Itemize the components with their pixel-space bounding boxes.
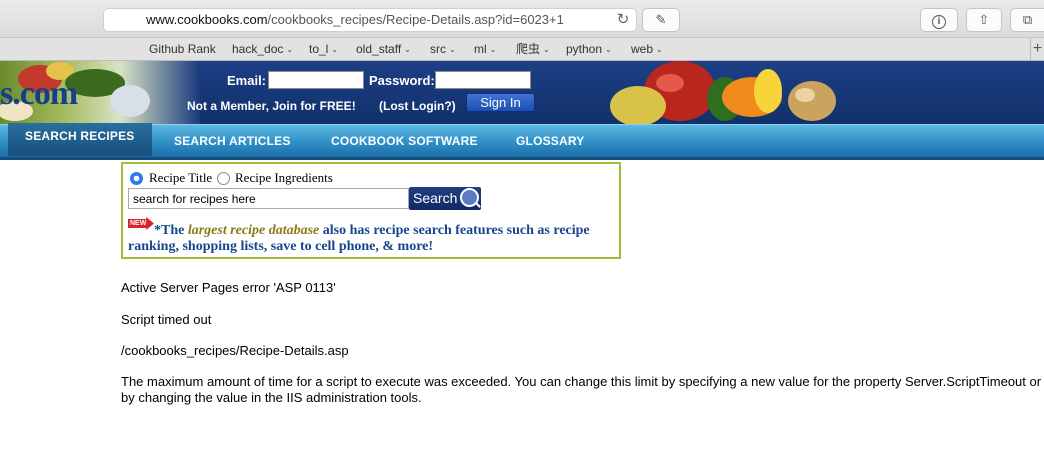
vegetables-image [610, 61, 836, 124]
url-domain: www.cookbooks.com [146, 12, 268, 27]
recipe-title-radio[interactable] [130, 172, 143, 185]
recipe-ingredients-label: Recipe Ingredients [235, 170, 333, 185]
promo-highlight: largest recipe database [187, 223, 320, 238]
bookmark-src[interactable]: src ⌄ [430, 42, 456, 57]
search-input[interactable] [128, 188, 409, 209]
bookmark-github-rank[interactable]: Github Rank [149, 42, 216, 57]
error-path: /cookbooks_recipes/Recipe-Details.asp [121, 343, 349, 358]
tab-search-recipes[interactable]: SEARCH RECIPES [8, 123, 152, 156]
share-button[interactable]: ⇧ [966, 8, 1002, 32]
tabs-icon: ⧉ [1022, 12, 1033, 27]
reload-icon[interactable]: ↻ [614, 11, 632, 29]
tabs-button[interactable]: ⧉ [1010, 8, 1044, 32]
reader-mode-button[interactable]: ✎ [642, 8, 680, 32]
bookmark-old-staff[interactable]: old_staff ⌄ [356, 42, 411, 57]
join-link[interactable]: Not a Member, Join for FREE! [187, 99, 356, 113]
pencil-icon: ✎ [655, 12, 667, 27]
chevron-down-icon: ⌄ [331, 45, 339, 54]
recipe-title-label: Recipe Title [149, 170, 213, 185]
email-label: Email: [227, 73, 267, 88]
promo-prefix: *The [154, 223, 188, 238]
lost-login-link[interactable]: (Lost Login?) [379, 99, 456, 113]
bookmark-crawler[interactable]: 爬虫 ⌄ [516, 42, 550, 57]
search-button[interactable]: Search [409, 187, 481, 210]
tab-cookbook-software[interactable]: COOKBOOK SOFTWARE [331, 125, 478, 157]
address-bar[interactable]: www.cookbooks.com/cookbooks_recipes/Reci… [103, 8, 637, 32]
chevron-down-icon: ⌄ [286, 45, 294, 54]
error-message-line2: by changing the value in the IIS adminis… [121, 390, 422, 405]
bookmarks-bar: Github Rank hack_doc ⌄ to_l ⌄ old_staff ⌄ s… [0, 38, 1044, 61]
bookmark-hack-doc[interactable]: hack_doc ⌄ [232, 42, 293, 57]
email-field[interactable] [268, 71, 364, 89]
chevron-down-icon: ⌄ [449, 45, 456, 54]
password-field[interactable] [435, 71, 531, 89]
search-button-label: Search [413, 190, 458, 206]
search-icon [460, 188, 479, 207]
error-subtitle: Script timed out [121, 312, 212, 327]
chevron-down-icon: ⌄ [656, 45, 663, 54]
bookmark-ml[interactable]: ml ⌄ [474, 42, 496, 57]
password-label: Password: [369, 73, 435, 88]
chevron-down-icon: ⌄ [543, 45, 550, 54]
recipe-ingredients-radio[interactable] [217, 172, 230, 185]
chevron-down-icon: ⌄ [605, 45, 612, 54]
chevron-down-icon: ⌄ [404, 45, 411, 54]
recipe-search-panel: Recipe Title Recipe Ingredients Search N… [121, 162, 621, 259]
bookmark-python[interactable]: python ⌄ [566, 42, 612, 57]
url-path: /cookbooks_recipes/Recipe-Details.asp?id… [267, 12, 564, 27]
site-header: s.com Email: Password: Not a Member, Joi… [0, 61, 1044, 124]
share-icon: ⇧ [978, 12, 990, 27]
add-bookmark-button[interactable]: + [1030, 38, 1044, 61]
main-nav: SEARCH RECIPES SEARCH ARTICLES COOKBOOK … [0, 123, 1044, 160]
error-title: Active Server Pages error 'ASP 0113' [121, 280, 336, 295]
info-button[interactable]: i [920, 8, 958, 32]
tab-search-articles[interactable]: SEARCH ARTICLES [174, 125, 291, 157]
logo-image[interactable]: s.com [0, 61, 200, 124]
bookmark-web[interactable]: web ⌄ [631, 42, 663, 57]
info-icon: i [932, 15, 946, 29]
browser-toolbar: www.cookbooks.com/cookbooks_recipes/Reci… [0, 0, 1044, 38]
sign-in-button[interactable]: Sign In [466, 93, 535, 112]
bookmark-to-l[interactable]: to_l ⌄ [309, 42, 338, 57]
tab-glossary[interactable]: GLOSSARY [516, 125, 585, 157]
chevron-down-icon: ⌄ [489, 45, 497, 54]
logo-text: s.com [0, 75, 78, 112]
error-message-line1: The maximum amount of time for a script … [121, 374, 1042, 389]
promo-text: *The largest recipe database also has re… [128, 223, 618, 255]
